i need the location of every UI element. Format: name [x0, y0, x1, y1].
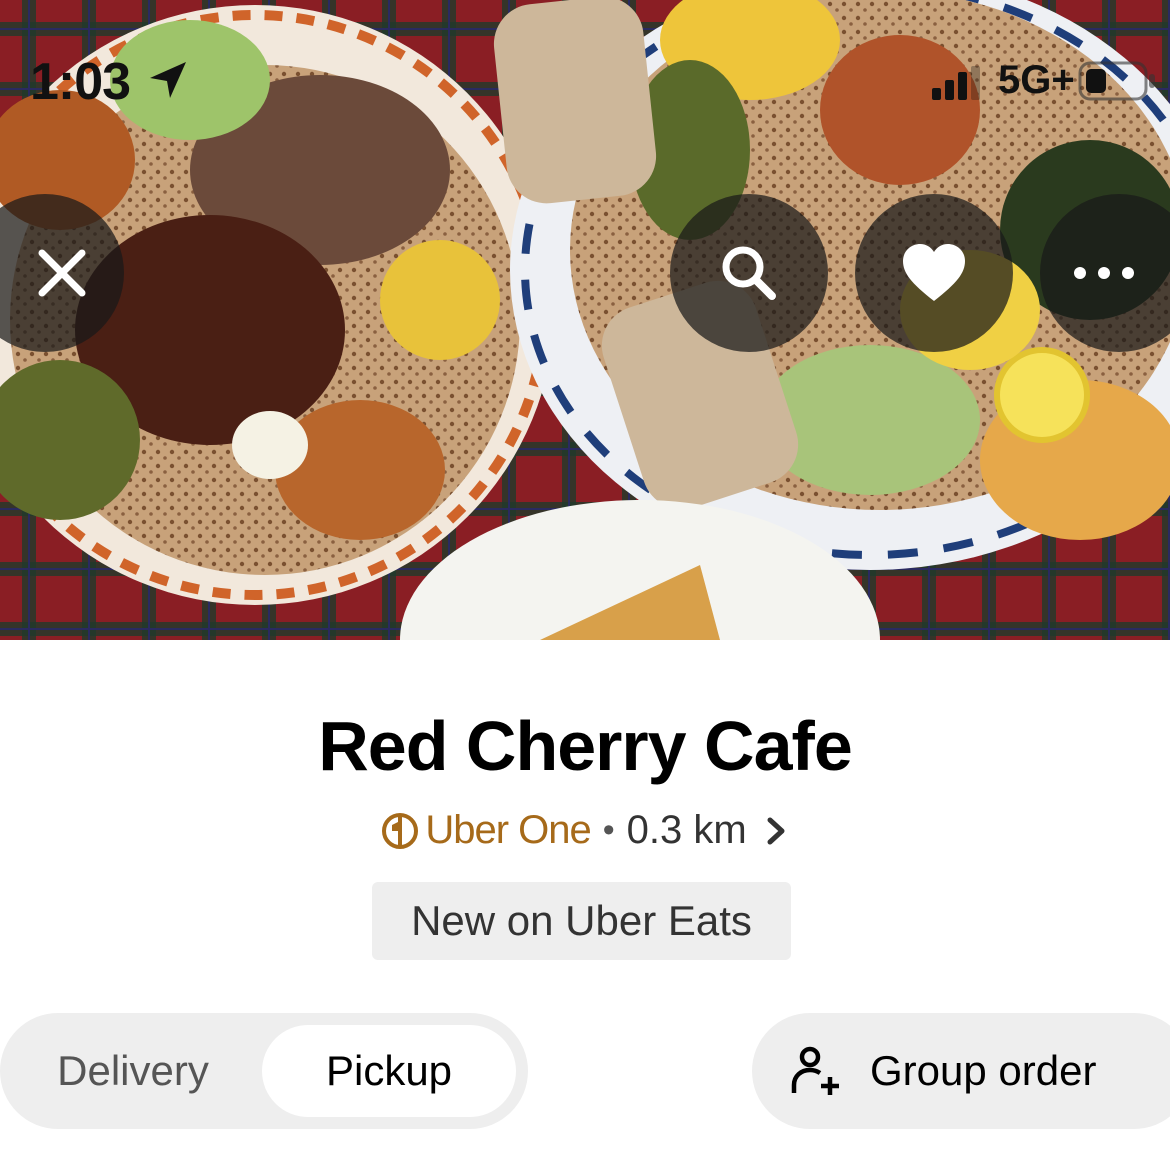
store-distance: 0.3 km	[626, 808, 747, 852]
uber-one-label-group: Uber One	[381, 808, 592, 853]
delivery-pickup-toggle[interactable]: Delivery Pickup	[0, 1013, 528, 1129]
search-button[interactable]	[670, 194, 828, 352]
chevron-right-icon	[767, 817, 785, 844]
close-icon	[38, 249, 86, 297]
meta-separator: •	[602, 811, 615, 849]
location-arrow-icon	[150, 62, 186, 98]
add-person-icon	[791, 1046, 839, 1095]
more-horizontal-icon	[1074, 267, 1134, 279]
store-meta-row[interactable]: Uber One • 0.3 km	[0, 808, 1170, 853]
status-bar: 1:03 5G+	[0, 0, 1170, 165]
search-icon	[722, 246, 776, 300]
store-name: Red Cherry Cafe	[318, 707, 853, 785]
uber-one-label: Uber One	[425, 808, 591, 852]
uber-one-icon	[382, 812, 419, 849]
toggle-option-pickup[interactable]: Pickup	[262, 1025, 516, 1117]
group-order-label: Group order	[870, 1047, 1097, 1094]
cellular-signal-icon	[932, 66, 980, 100]
favorite-button[interactable]	[855, 194, 1013, 352]
toggle-option-delivery[interactable]: Delivery	[0, 1013, 266, 1129]
network-type: 5G+	[998, 58, 1075, 102]
heart-icon	[903, 244, 965, 301]
battery-icon	[1078, 61, 1155, 101]
group-order-button[interactable]: Group order	[752, 1013, 1170, 1129]
status-time: 1:03	[30, 53, 131, 111]
new-store-badge: New on Uber Eats	[372, 882, 791, 960]
hero-food-photo: 1:03 5G+	[0, 0, 1170, 640]
